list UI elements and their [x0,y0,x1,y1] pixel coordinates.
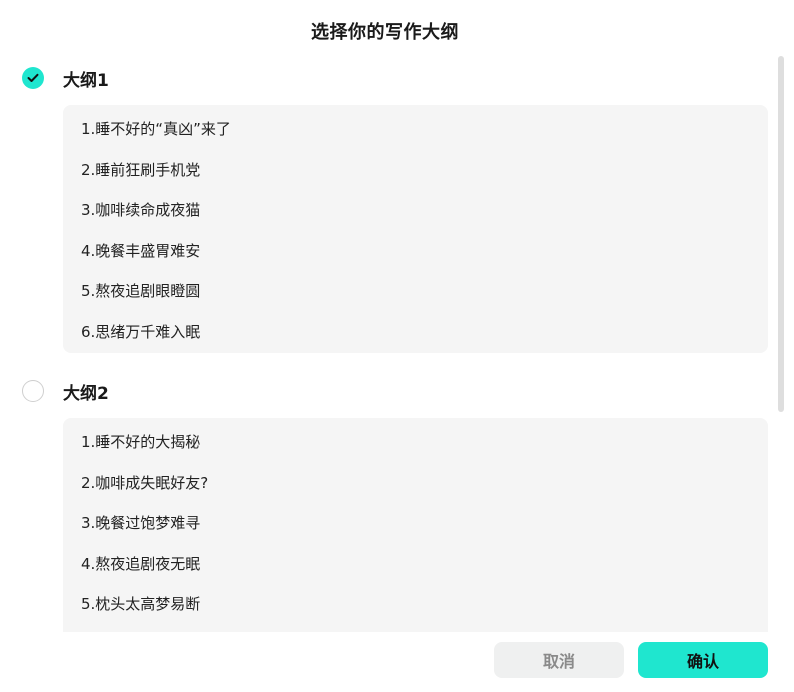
outline-header-1[interactable]: 大纲1 [22,66,109,91]
confirm-button[interactable]: 确认 [638,642,768,678]
outline-list[interactable]: 大纲1 1.睡不好的“真凶”来了 2.睡前狂刷手机党 3.咖啡续命成夜猫 4.晚… [0,56,794,632]
outline-1-card: 1.睡不好的“真凶”来了 2.睡前狂刷手机党 3.咖啡续命成夜猫 4.晚餐丰盛胃… [63,105,768,353]
outline-1-radio[interactable] [22,67,44,89]
outline-1-item: 6.思绪万千难入眠 [81,323,201,341]
outline-2-label: 大纲2 [63,383,109,404]
check-icon [27,73,39,82]
outline-2-item: 4.熬夜追剧夜无眠 [81,555,201,573]
outline-1-item: 1.睡不好的“真凶”来了 [81,120,231,138]
outline-2-item: 3.晚餐过饱梦难寻 [81,514,201,532]
cancel-button[interactable]: 取消 [494,642,624,678]
dialog-footer: 取消 确认 [0,632,794,692]
outline-2-radio[interactable] [22,380,44,402]
outline-1-item: 4.晚餐丰盛胃难安 [81,242,201,260]
dialog-title: 选择你的写作大纲 [311,22,459,43]
scrollbar-thumb[interactable] [778,56,784,412]
outline-2-item: 2.咖啡成失眠好友? [81,474,209,492]
outline-1-item: 3.咖啡续命成夜猫 [81,201,201,219]
outline-1-label: 大纲1 [63,70,109,91]
outline-selection-dialog: 选择你的写作大纲 大纲1 1.睡不好的“真凶”来了 2.睡前狂刷手机党 3.咖啡… [0,0,794,692]
outline-1-item: 5.熬夜追剧眼瞪圆 [81,282,201,300]
outline-2-item: 5.枕头太高梦易断 [81,595,201,613]
outline-header-2[interactable]: 大纲2 [22,379,109,404]
outline-2-card: 1.睡不好的大揭秘 2.咖啡成失眠好友? 3.晚餐过饱梦难寻 4.熬夜追剧夜无眠… [63,418,768,632]
outline-1-item: 2.睡前狂刷手机党 [81,161,201,179]
outline-2-item: 1.睡不好的大揭秘 [81,433,201,451]
scrollbar[interactable] [778,56,784,632]
